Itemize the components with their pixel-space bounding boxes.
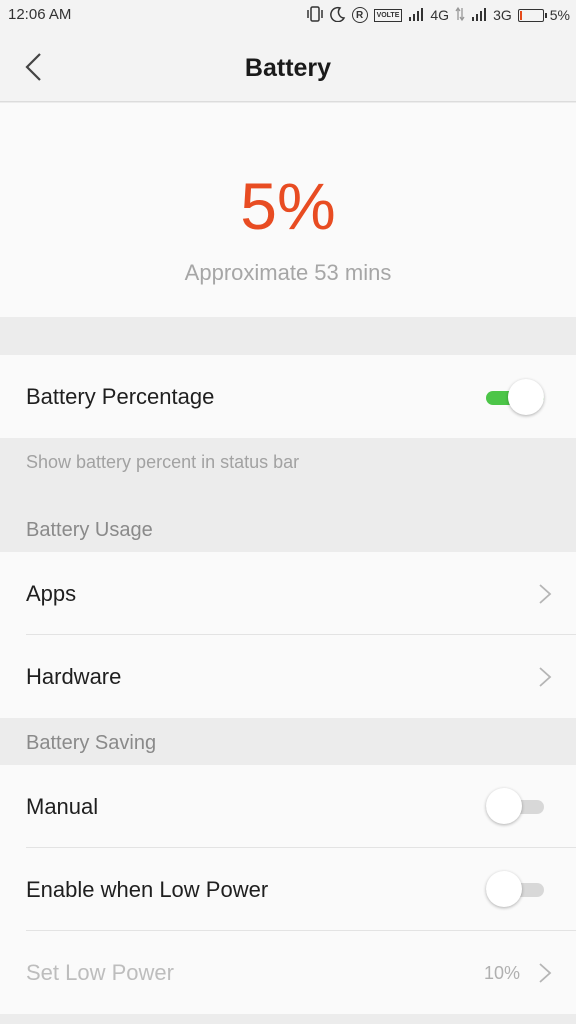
battery-status-text: 5% — [549, 7, 570, 23]
battery-percentage-row[interactable]: Battery Percentage — [0, 355, 576, 438]
battery-percentage-label: Battery Percentage — [26, 384, 215, 409]
network-3g: 3G — [493, 7, 512, 23]
manual-toggle[interactable] — [486, 788, 544, 824]
status-bar: 12:06 AM R VOLTE 4G 3G 5% — [0, 0, 576, 30]
battery-saving-heading: Battery Saving — [26, 732, 157, 754]
page-title: Battery — [244, 54, 332, 82]
vibrate-icon — [306, 5, 324, 25]
battery-time-remaining: Approximate 53 mins — [184, 260, 392, 285]
battery-summary: 5% Approximate 53 mins — [0, 103, 576, 317]
data-arrows-icon — [455, 6, 465, 25]
status-icons: R VOLTE 4G 3G 5% — [306, 4, 570, 26]
chevron-right-icon — [539, 667, 552, 687]
manual-row[interactable]: Manual — [0, 765, 576, 848]
toggle-knob — [486, 871, 522, 907]
signal-icon-2 — [471, 7, 487, 24]
battery-percent: 5% — [240, 169, 336, 243]
battery-percentage-hint: Show battery percent in status bar — [26, 452, 300, 472]
hardware-label: Hardware — [26, 664, 122, 689]
chevron-right-icon — [539, 584, 552, 604]
status-time: 12:06 AM — [8, 6, 72, 23]
chevron-right-icon — [539, 963, 552, 983]
list-item-apps[interactable]: Apps — [0, 552, 576, 635]
set-low-power-row[interactable]: Set Low Power 10% — [0, 931, 576, 1014]
low-power-toggle[interactable] — [486, 871, 544, 907]
battery-icon — [517, 8, 547, 22]
bottom-spacer — [0, 1014, 576, 1024]
battery-usage-heading: Battery Usage — [26, 519, 153, 541]
battery-percentage-toggle[interactable] — [486, 379, 544, 415]
app-bar: Battery — [0, 30, 576, 102]
roaming-r-icon: R — [351, 7, 368, 23]
manual-label: Manual — [26, 794, 99, 819]
apps-label: Apps — [26, 581, 77, 606]
low-power-row[interactable]: Enable when Low Power — [0, 848, 576, 931]
moon-icon — [329, 6, 346, 25]
toggle-knob — [508, 379, 544, 415]
volte-icon: VOLTE — [373, 8, 403, 22]
toggle-knob — [486, 788, 522, 824]
set-low-power-label: Set Low Power — [26, 960, 174, 985]
signal-icon — [408, 7, 424, 24]
set-low-power-value: 10% — [483, 963, 520, 983]
list-item-hardware[interactable]: Hardware — [0, 635, 576, 718]
network-4g: 4G — [430, 7, 450, 23]
low-power-label: Enable when Low Power — [26, 877, 269, 902]
